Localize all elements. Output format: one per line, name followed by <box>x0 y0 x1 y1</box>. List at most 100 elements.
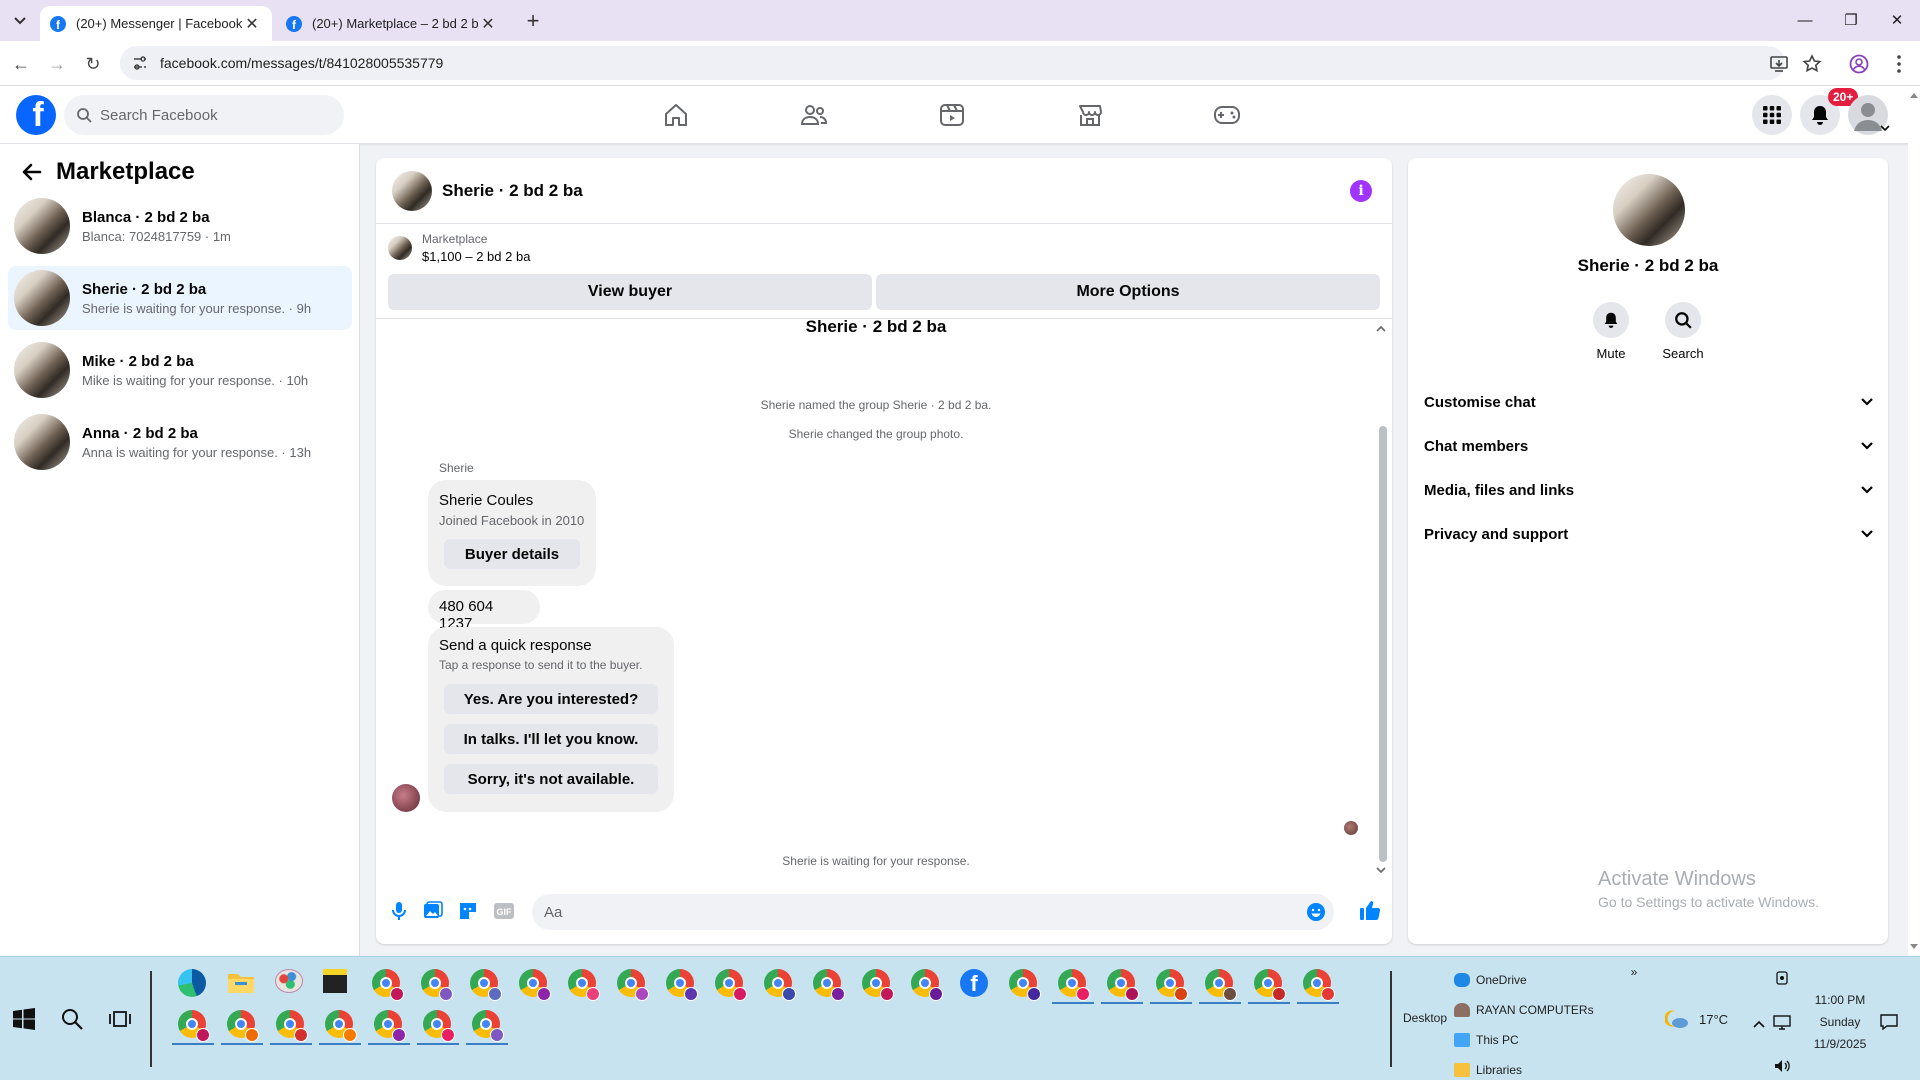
restore-button[interactable]: ❐ <box>1838 8 1864 34</box>
conversation-avatar[interactable] <box>1613 174 1685 246</box>
chrome-app-icon[interactable] <box>1199 969 1241 1004</box>
account-chevron-icon[interactable] <box>1880 124 1890 132</box>
sticky-notes-icon[interactable] <box>323 969 353 999</box>
tray-overflow-chevron-icon[interactable] <box>1750 1015 1768 1033</box>
facebook-logo-icon[interactable]: f <box>16 95 56 135</box>
listing-summary[interactable]: Marketplace $1,100 – 2 bd 2 ba <box>388 232 530 264</box>
menu-grid-button[interactable] <box>1752 95 1792 135</box>
close-window-button[interactable]: ✕ <box>1884 8 1910 34</box>
media-files-links-row[interactable]: Media, files and links <box>1424 468 1874 512</box>
video-nav-icon[interactable] <box>936 99 968 131</box>
customise-chat-row[interactable]: Customise chat <box>1424 380 1874 424</box>
close-tab-icon[interactable]: ✕ <box>478 14 498 34</box>
chat-members-row[interactable]: Chat members <box>1424 424 1874 468</box>
conversation-item-active[interactable]: Sherie · 2 bd 2 ba Sherie is waiting for… <box>8 266 352 330</box>
new-tab-button[interactable]: + <box>520 8 546 34</box>
chrome-app-icon-active[interactable] <box>466 1010 508 1045</box>
weather-widget[interactable]: 17°C <box>1665 1009 1728 1029</box>
microphone-icon[interactable] <box>388 900 410 922</box>
chrome-app-icon[interactable] <box>568 969 600 1001</box>
kebab-menu-icon[interactable] <box>1888 53 1910 75</box>
emoji-icon[interactable] <box>1306 902 1326 922</box>
search-input[interactable] <box>100 106 320 124</box>
message-input[interactable] <box>544 903 1304 921</box>
profile-icon[interactable] <box>1848 53 1870 75</box>
message-thread[interactable]: Sherie · 2 bd 2 ba Sherie named the grou… <box>376 317 1392 879</box>
sender-avatar[interactable] <box>392 784 420 812</box>
view-buyer-button[interactable]: View buyer <box>388 274 872 310</box>
desktop-toolbar-label[interactable]: Desktop <box>1403 1011 1447 1025</box>
quick-response-option[interactable]: In talks. I'll let you know. <box>444 724 658 754</box>
reload-button[interactable]: ↻ <box>80 51 106 77</box>
home-nav-icon[interactable] <box>660 99 692 131</box>
marketplace-nav-icon[interactable] <box>1074 99 1106 131</box>
chat-scrollbar[interactable] <box>1379 426 1387 862</box>
chrome-app-icon[interactable] <box>421 969 453 1001</box>
chat-title[interactable]: Sherie · 2 bd 2 ba <box>442 181 583 201</box>
chrome-app-icon[interactable] <box>813 969 845 1001</box>
friends-nav-icon[interactable] <box>798 99 830 131</box>
page-scrollbar[interactable] <box>1908 86 1920 956</box>
quick-response-option[interactable]: Yes. Are you interested? <box>444 684 658 714</box>
close-tab-icon[interactable]: ✕ <box>242 14 262 34</box>
chrome-app-icon[interactable] <box>319 1010 361 1045</box>
toolbar-item-thispc[interactable]: This PC <box>1454 1025 1594 1055</box>
toolbar-item-user[interactable]: RAYAN COMPUTERs <box>1454 995 1594 1025</box>
info-icon[interactable]: i <box>1350 180 1372 202</box>
back-arrow-icon[interactable] <box>20 160 44 184</box>
forward-button[interactable]: → <box>44 51 70 77</box>
toolbar-item-onedrive[interactable]: OneDrive <box>1454 965 1594 995</box>
notification-center-icon[interactable] <box>1880 1013 1898 1031</box>
message-bubble[interactable]: 480 604 1237 <box>428 590 540 632</box>
scroll-down-icon[interactable] <box>1376 866 1386 874</box>
chrome-app-icon[interactable] <box>1101 969 1143 1004</box>
gif-icon[interactable]: GIF <box>493 900 515 922</box>
chrome-app-icon[interactable] <box>1052 969 1094 1004</box>
chrome-app-icon[interactable] <box>172 1010 214 1045</box>
more-options-button[interactable]: More Options <box>876 274 1380 310</box>
sticker-icon[interactable] <box>457 900 479 922</box>
bookmark-star-icon[interactable] <box>1801 53 1823 75</box>
buyer-details-button[interactable]: Buyer details <box>444 539 580 569</box>
chrome-app-icon[interactable] <box>519 969 551 1001</box>
chrome-app-icon[interactable] <box>1009 969 1041 1001</box>
conversation-item[interactable]: Anna · 2 bd 2 ba Anna is waiting for you… <box>8 410 352 474</box>
windows-start-icon[interactable] <box>12 1007 36 1031</box>
scroll-up-icon[interactable] <box>1376 325 1386 333</box>
chrome-app-icon[interactable] <box>1297 969 1339 1004</box>
volume-icon[interactable] <box>1773 1057 1791 1075</box>
file-explorer-icon[interactable] <box>227 969 257 999</box>
install-app-icon[interactable] <box>1768 53 1790 75</box>
chrome-app-icon[interactable] <box>1248 969 1290 1004</box>
photo-icon[interactable] <box>422 900 444 922</box>
toolbar-item-libraries[interactable]: Libraries <box>1454 1055 1594 1080</box>
minimize-button[interactable]: — <box>1792 8 1818 34</box>
paint-app-icon[interactable] <box>275 969 305 999</box>
tab-search-chevron-icon[interactable] <box>8 9 32 33</box>
chrome-app-icon[interactable] <box>617 969 649 1001</box>
chrome-app-icon[interactable] <box>764 969 796 1001</box>
mute-action[interactable]: Mute <box>1581 302 1641 361</box>
task-view-icon[interactable] <box>108 1007 132 1031</box>
chrome-profile-app-icon[interactable] <box>372 969 404 1001</box>
chrome-app-icon[interactable] <box>862 969 894 1001</box>
conversation-item[interactable]: Blanca · 2 bd 2 ba Blanca: 7024817759 · … <box>8 194 352 258</box>
chat-avatar[interactable] <box>392 170 432 211</box>
chrome-app-icon[interactable] <box>1150 969 1192 1004</box>
thumbs-up-icon[interactable] <box>1358 898 1382 922</box>
chrome-app-icon[interactable] <box>666 969 698 1001</box>
chrome-app-icon[interactable] <box>270 1010 312 1045</box>
chrome-app-icon[interactable] <box>715 969 747 1001</box>
url-bar[interactable]: facebook.com/messages/t/841028005535779 <box>120 46 1785 80</box>
chrome-app-icon[interactable] <box>911 969 943 1001</box>
tab-marketplace[interactable]: f (20+) Marketplace – 2 bd 2 ba ✕ <box>276 6 508 41</box>
back-button[interactable]: ← <box>8 51 34 77</box>
facebook-search[interactable] <box>64 95 344 135</box>
chrome-app-icon[interactable] <box>368 1010 410 1045</box>
meet-now-icon[interactable] <box>1773 969 1791 987</box>
quick-response-option[interactable]: Sorry, it's not available. <box>444 764 658 794</box>
edge-app-icon[interactable] <box>178 969 208 999</box>
network-icon[interactable] <box>1773 1013 1791 1031</box>
conversation-item[interactable]: Mike · 2 bd 2 ba Mike is waiting for you… <box>8 338 352 402</box>
search-action[interactable]: Search <box>1653 302 1713 361</box>
